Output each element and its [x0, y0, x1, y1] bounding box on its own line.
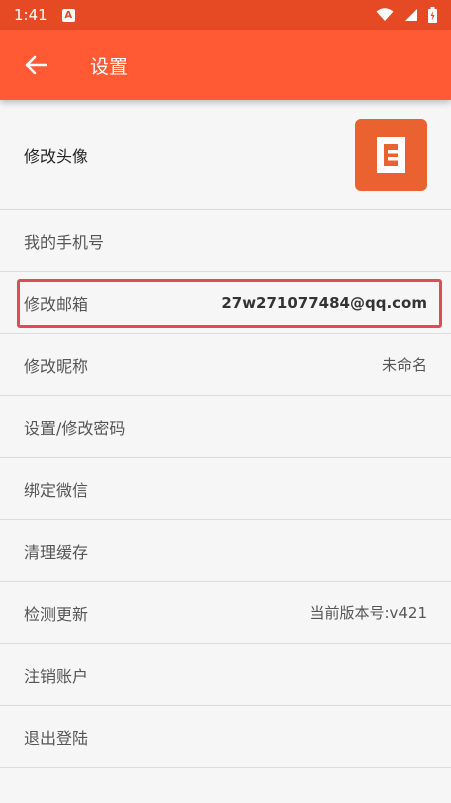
status-bar: 1:41 A [0, 0, 451, 30]
notification-icon: A [61, 8, 75, 22]
nickname-label: 修改昵称 [24, 356, 89, 376]
wifi-icon [376, 8, 394, 21]
cancel-account-label: 注销账户 [24, 666, 89, 686]
back-arrow-icon [25, 55, 47, 75]
signal-icon [405, 9, 417, 21]
email-row[interactable]: 修改邮箱 27w271077484@qq.com [0, 272, 451, 334]
wechat-row[interactable]: 绑定微信 [0, 458, 451, 520]
settings-list: 修改头像 我的手机号 修改邮箱 27w271077484@qq.com 修改昵称… [0, 100, 451, 768]
wechat-label: 绑定微信 [24, 480, 89, 500]
email-value: 27w271077484@qq.com [221, 293, 427, 312]
clear-cache-label: 清理缓存 [24, 542, 89, 562]
phone-label: 我的手机号 [24, 232, 105, 252]
battery-icon [428, 7, 437, 23]
page-title: 设置 [90, 55, 129, 78]
logout-row[interactable]: 退出登陆 [0, 706, 451, 768]
logout-label: 退出登陆 [24, 728, 89, 748]
app-bar: 设置 [0, 30, 451, 100]
password-label: 设置/修改密码 [24, 418, 126, 438]
nickname-value: 未命名 [381, 356, 427, 374]
app-logo-icon [377, 136, 405, 173]
avatar-label: 修改头像 [24, 146, 89, 166]
check-update-label: 检测更新 [24, 604, 89, 624]
status-time: 1:41 [14, 6, 48, 24]
back-button[interactable] [8, 30, 64, 100]
email-label: 修改邮箱 [24, 294, 89, 314]
phone-row[interactable]: 我的手机号 [0, 210, 451, 272]
nickname-row[interactable]: 修改昵称 未命名 [0, 334, 451, 396]
check-update-row[interactable]: 检测更新 当前版本号:v421 [0, 582, 451, 644]
password-row[interactable]: 设置/修改密码 [0, 396, 451, 458]
version-value: 当前版本号:v421 [309, 604, 427, 622]
avatar-row[interactable]: 修改头像 [0, 100, 451, 210]
cancel-account-row[interactable]: 注销账户 [0, 644, 451, 706]
avatar[interactable] [355, 118, 427, 191]
clear-cache-row[interactable]: 清理缓存 [0, 520, 451, 582]
